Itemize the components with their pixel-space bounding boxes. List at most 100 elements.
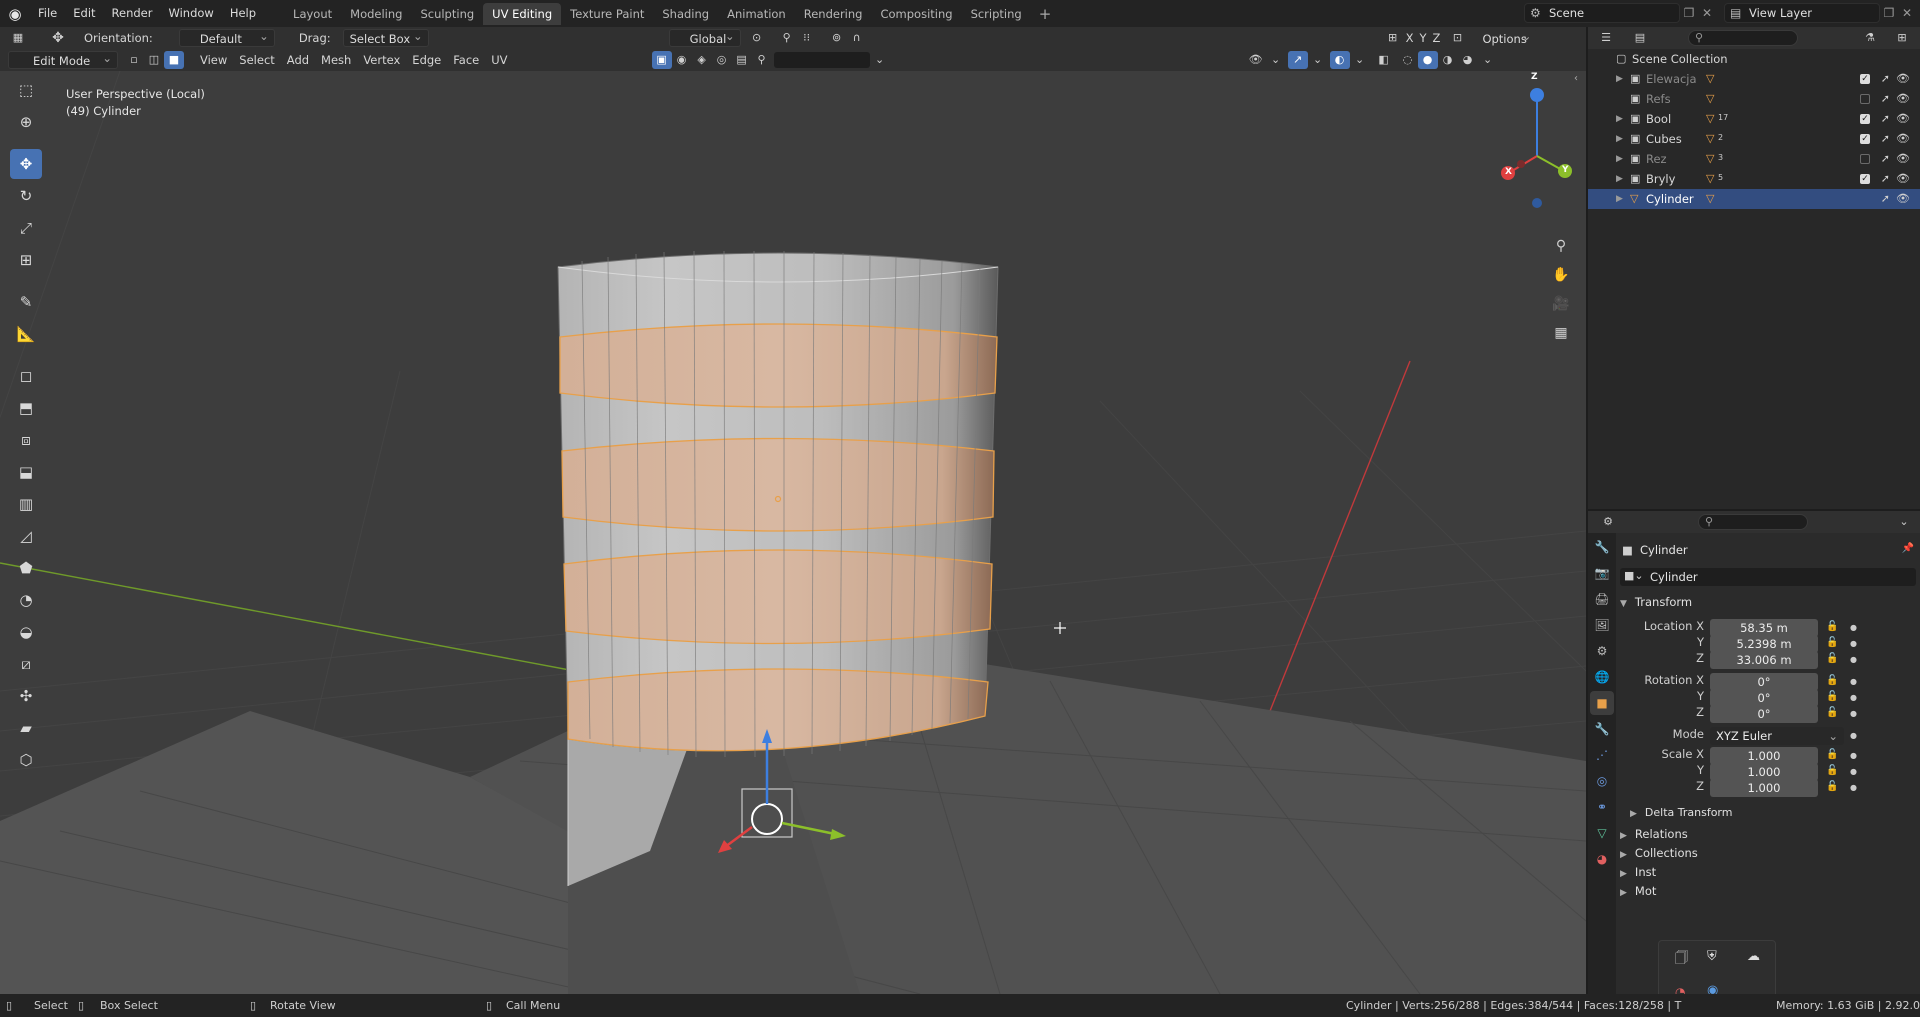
properties-options-icon[interactable]: ⌄ — [1894, 513, 1914, 531]
overlay-dropdown-icon[interactable]: ⌄ — [1350, 51, 1370, 69]
exclude-checkbox[interactable]: ✓ — [1860, 134, 1870, 144]
location-z-field[interactable]: 33.006 m — [1710, 651, 1818, 669]
knife-tool-icon[interactable]: ◿ — [10, 521, 42, 551]
uv-filter-field[interactable] — [773, 52, 870, 68]
exclude-checkbox[interactable]: ✓ — [1860, 74, 1870, 84]
pivot-point-icon[interactable]: ⊙ — [747, 29, 767, 47]
sidebar-toggle-icon[interactable]: ‹ — [1574, 73, 1578, 84]
exclude-checkbox[interactable] — [1860, 94, 1870, 104]
view-layer-selector[interactable]: ▤ View Layer — [1724, 3, 1880, 23]
tab-shading[interactable]: Shading — [653, 3, 718, 25]
selectable-icon[interactable]: ➚ — [1881, 149, 1890, 169]
view-layer-tab-icon[interactable]: 🖼 — [1590, 613, 1614, 637]
smooth-tool-icon[interactable]: ◒ — [10, 617, 42, 647]
output-tab-icon[interactable]: 🖨 — [1590, 587, 1614, 611]
mirror-x-toggle[interactable]: X — [1403, 29, 1417, 47]
drag-dropdown[interactable]: Select Box — [342, 27, 429, 47]
lock-rotation-y-icon[interactable]: 🔓 — [1826, 691, 1838, 702]
tool-tab-icon[interactable]: 🔧 — [1590, 535, 1614, 559]
uv-select-vertex-icon[interactable]: ◈ — [692, 51, 712, 69]
menu-render[interactable]: Render — [104, 0, 161, 27]
add-workspace-icon[interactable]: + — [1031, 5, 1060, 23]
scene-collection-row[interactable]: ▢ Scene Collection — [1588, 49, 1920, 69]
menu-edge[interactable]: Edge — [406, 51, 447, 69]
lock-rotation-z-icon[interactable]: 🔓 — [1826, 707, 1838, 718]
scale-tool-icon[interactable]: ⤢ — [10, 213, 42, 243]
tab-uv-editing[interactable]: UV Editing — [483, 2, 562, 25]
menu-help[interactable]: Help — [222, 0, 264, 27]
select-box-tool-icon[interactable]: ⬚ — [10, 75, 42, 105]
blender-logo-icon[interactable]: ◉ — [0, 0, 30, 27]
zoom-icon[interactable]: ⚲ — [1548, 233, 1574, 259]
mode-dropdown[interactable]: Edit Mode — [8, 49, 118, 69]
expand-arrow-icon[interactable]: ▶ — [1616, 129, 1623, 149]
rip-tool-icon[interactable]: ⬡ — [10, 745, 42, 775]
tab-animation[interactable]: Animation — [718, 3, 795, 25]
visibility-dropdown-icon[interactable]: ⌄ — [1266, 51, 1286, 69]
outliner-item-bryly[interactable]: ▶ ▣ Bryly ▽ 5 ✓ ➚ 👁 — [1588, 169, 1920, 189]
scene-tab-icon[interactable]: ⚙ — [1590, 639, 1614, 663]
outliner-item-bool[interactable]: ▶ ▣ Bool ▽ 17 ✓ ➚ 👁 — [1588, 109, 1920, 129]
keyframe-dot-icon[interactable]: ● — [1850, 709, 1857, 718]
uv-sync-icon[interactable]: ▣ — [651, 51, 672, 69]
mirror-z-toggle[interactable]: Z — [1430, 29, 1444, 47]
keyframe-dot-icon[interactable]: ● — [1850, 767, 1857, 776]
visibility-eye-icon[interactable]: 👁 — [1896, 169, 1910, 189]
instancing-header[interactable]: ▶ Inst — [1620, 865, 1656, 879]
menu-add[interactable]: Add — [281, 51, 315, 69]
delete-scene-icon[interactable]: ✕ — [1698, 4, 1716, 22]
editor-type-icon[interactable]: ▦ — [8, 29, 28, 47]
tab-sculpting[interactable]: Sculpting — [411, 3, 483, 25]
keyframe-dot-icon[interactable]: ● — [1850, 731, 1857, 740]
tab-scripting[interactable]: Scripting — [962, 3, 1031, 25]
uv-search-icon[interactable]: ⚲ — [752, 51, 772, 69]
selectable-icon[interactable]: ➚ — [1881, 189, 1890, 209]
keyframe-dot-icon[interactable]: ● — [1850, 639, 1857, 648]
menu-select[interactable]: Select — [233, 51, 280, 69]
keyframe-dot-icon[interactable]: ● — [1850, 655, 1857, 664]
exclude-checkbox[interactable]: ✓ — [1860, 174, 1870, 184]
loop-cut-tool-icon[interactable]: ▥ — [10, 489, 42, 519]
vertex-select-icon[interactable]: ▫ — [124, 51, 144, 69]
uv-select-face-icon[interactable]: ▤ — [732, 51, 752, 69]
expand-arrow-icon[interactable]: ▶ — [1616, 189, 1623, 209]
camera-view-icon[interactable]: 🎥 — [1548, 291, 1574, 317]
new-view-layer-icon[interactable]: ❐ — [1880, 4, 1898, 22]
particles-tab-icon[interactable]: ⋰ — [1590, 743, 1614, 767]
edge-slide-tool-icon[interactable]: ⧄ — [10, 649, 42, 679]
rotation-mode-dropdown[interactable]: XYZ Euler ⌄ — [1710, 727, 1844, 745]
snap-icon[interactable]: ⚲ — [777, 29, 797, 47]
extrude-tool-icon[interactable]: ⬒ — [10, 393, 42, 423]
material-shading-icon[interactable]: ◑ — [1438, 51, 1458, 69]
proportional-edit-icon[interactable]: ⊚ — [827, 29, 847, 47]
edge-select-icon[interactable]: ◫ — [144, 51, 164, 69]
spin-tool-icon[interactable]: ◔ — [10, 585, 42, 615]
data-tab-icon[interactable]: ▽ — [1590, 821, 1614, 845]
tab-rendering[interactable]: Rendering — [795, 3, 872, 25]
mirror-y-toggle[interactable]: Y — [1417, 29, 1430, 47]
render-tab-icon[interactable]: 📷 — [1590, 561, 1614, 585]
outliner-search-field[interactable]: ⚲ — [1688, 30, 1798, 46]
overlay-toggle-icon[interactable]: ◐ — [1329, 51, 1350, 69]
visibility-eye-icon[interactable]: 👁 — [1896, 149, 1910, 169]
orientation-dropdown[interactable]: Default — [178, 27, 275, 47]
tab-modeling[interactable]: Modeling — [341, 3, 411, 25]
outliner-item-cubes[interactable]: ▶ ▣ Cubes ▽ 2 ✓ ➚ 👁 — [1588, 129, 1920, 149]
world-tab-icon[interactable]: 🌐 — [1590, 665, 1614, 689]
collections-header[interactable]: ▶ Collections — [1620, 846, 1698, 860]
outliner-item-rez[interactable]: ▶ ▣ Rez ▽ 3 ➚ 👁 — [1588, 149, 1920, 169]
menu-edit[interactable]: Edit — [65, 0, 103, 27]
menu-mesh[interactable]: Mesh — [315, 51, 357, 69]
lock-location-z-icon[interactable]: 🔓 — [1826, 653, 1838, 664]
shading-dropdown-icon[interactable]: ⌄ — [1478, 51, 1498, 69]
face-select-icon[interactable]: ■ — [164, 51, 184, 69]
keyframe-dot-icon[interactable]: ● — [1850, 783, 1857, 792]
gizmo-x-label[interactable]: X — [1505, 167, 1512, 177]
rotation-z-field[interactable]: 0° — [1710, 705, 1818, 723]
gizmo-toggle-icon[interactable]: ↗ — [1287, 51, 1308, 69]
rotate-tool-icon[interactable]: ↻ — [10, 181, 42, 211]
gizmo-dropdown-icon[interactable]: ⌄ — [1308, 51, 1328, 69]
filter-icon[interactable]: ⚗ — [1860, 29, 1880, 47]
cursor-tool-icon[interactable]: ⊕ — [10, 107, 42, 137]
motion-paths-header[interactable]: ▶ Mot — [1620, 884, 1656, 898]
